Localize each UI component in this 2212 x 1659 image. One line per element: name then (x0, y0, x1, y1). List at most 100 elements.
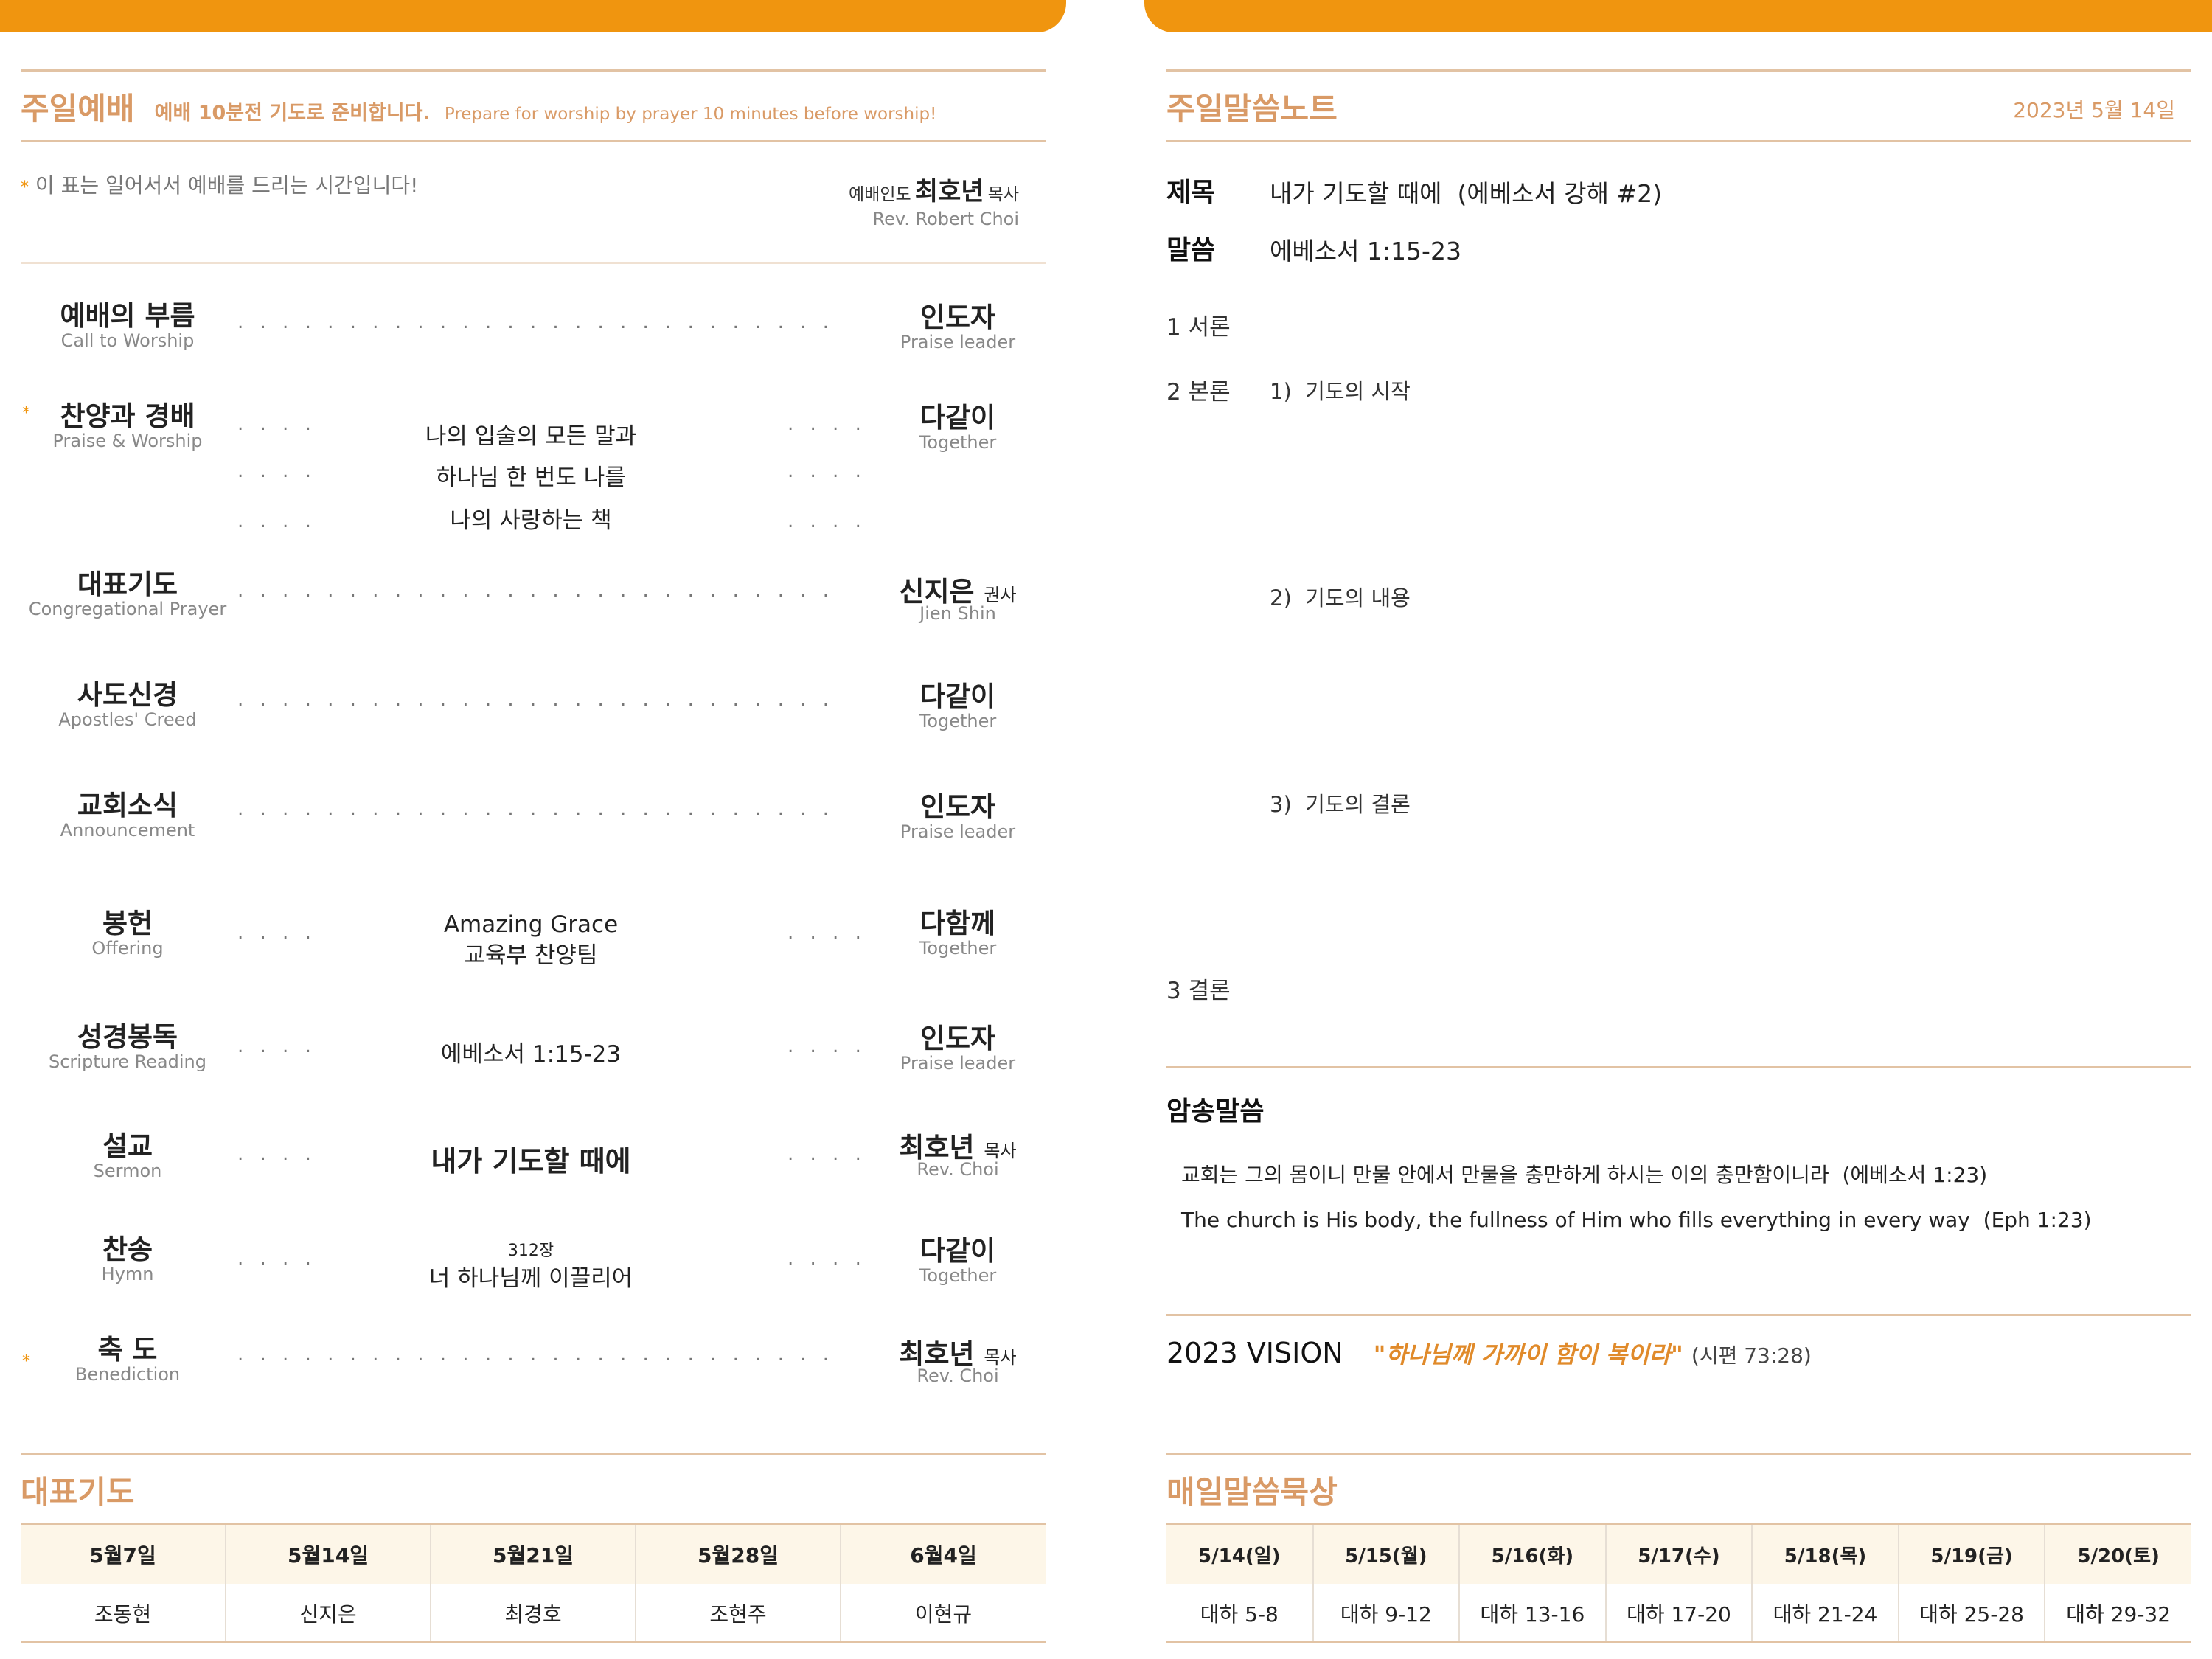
offering-song: Amazing Grace (443, 911, 619, 938)
order-item-1-leader-en: Together (919, 432, 997, 453)
order-item-4-subtitle: Announcement (60, 820, 195, 841)
order-item-4-title: 교회소식 (77, 790, 178, 821)
prayer-name: 이현규 (914, 1602, 973, 1627)
order-item-2-subtitle: Congregational Prayer (28, 599, 227, 619)
standing-note-text: 이 표는 일어서서 예배를 드리는 시간입니다! (35, 173, 419, 198)
prayer-name: 신지은 (226, 1584, 431, 1643)
star-icon: * (21, 178, 29, 197)
memory-title: 암송말씀 (1166, 1096, 1265, 1127)
order-item-2-title: 대표기도 (77, 568, 178, 600)
prayer-name: 조현주 (636, 1584, 841, 1643)
memory-verse-en: The church is His body, the fullness of … (1181, 1208, 2092, 1232)
order-item-1-dots-l1: . . . . (237, 413, 316, 435)
daily-day: 5/17(수) (1605, 1525, 1753, 1584)
order-item-0-title: 예배의 부름 (60, 300, 195, 332)
worship-title: 주일예배 (21, 91, 135, 127)
worship-subtitle-en: Prepare for worship by prayer 10 minutes… (444, 105, 937, 124)
prayer-date: 6월4일 (841, 1525, 1046, 1584)
order-item-2-dots: . . . . . . . . . . . . . . . . . . . . … (237, 580, 842, 602)
prayer-date: 5월28일 (636, 1525, 841, 1584)
order-item-9-leader-title: 목사 (984, 1347, 1017, 1368)
order-item-5-leader: 다함께 (919, 908, 996, 939)
daily-day: 5/16(화) (1459, 1525, 1607, 1584)
order-item-3-subtitle: Apostles' Creed (58, 709, 197, 730)
outline-conclusion: 3 결론 (1166, 978, 1231, 1004)
daily-reading: 대하 21-24 (1752, 1584, 1899, 1643)
order-item-3-title: 사도신경 (77, 679, 178, 711)
daily-reading: 대하 17-20 (1605, 1584, 1753, 1643)
note-header-rule-bottom (1166, 140, 2191, 142)
daily-day: 5/20(토) (2045, 1525, 2191, 1584)
leader-name: 최호년 (914, 177, 984, 206)
memory-rule (1166, 1066, 2191, 1068)
order-item-0-leader: 인도자 (919, 302, 996, 333)
header-rule-bottom (21, 140, 1046, 142)
order-item-1-title: 찬양과 경배 (60, 400, 195, 432)
order-item-8-dots-r: . . . . (787, 1248, 866, 1270)
outline-point-3: 3) 기도의 결론 (1270, 792, 1411, 817)
order-item-9-subtitle: Benediction (74, 1364, 181, 1385)
prayer-schedule-rule (21, 1453, 1046, 1455)
order-item-1-dots-l2: . . . . (237, 460, 316, 482)
note-date: 2023년 5월 14일 (2013, 98, 2175, 122)
order-item-7-title: 설교 (102, 1130, 153, 1162)
order-item-3-leader: 다같이 (919, 681, 996, 712)
worship-leader: 예배인도 최호년 목사 Rev. Robert Choi (849, 171, 1019, 229)
right-top-banner (1144, 0, 2212, 32)
order-item-7-leader-title: 목사 (984, 1141, 1017, 1161)
vision-rule (1166, 1314, 2191, 1316)
order-item-4-dots: . . . . . . . . . . . . . . . . . . . . … (237, 798, 842, 820)
order-item-7-subtitle: Sermon (93, 1161, 162, 1181)
order-item-1-dots-r2: . . . . (787, 460, 866, 482)
order-item-8-leader: 다같이 (919, 1235, 996, 1267)
order-item-0-dots: . . . . . . . . . . . . . . . . . . . . … (237, 311, 842, 333)
memory-verse-kr: 교회는 그의 몸이니 만물 안에서 만물을 충만하게 하시는 이의 충만함이니라… (1181, 1163, 1988, 1187)
vision-quote: "하나님께 가까이 함이 복이라" (1373, 1340, 1683, 1368)
outline-intro: 1 서론 (1166, 314, 1231, 341)
order-item-3-dots: . . . . . . . . . . . . . . . . . . . . … (237, 689, 842, 711)
order-item-2-leader-en: Jien Shin (919, 603, 996, 624)
order-item-1-dots-r1: . . . . (787, 413, 866, 435)
offering-performer: 교육부 찬양팀 (464, 942, 598, 969)
order-item-9-dots: . . . . . . . . . . . . . . . . . . . . … (237, 1343, 842, 1366)
daily-title: 매일말씀묵상 (1166, 1474, 1338, 1510)
order-item-4-leader: 인도자 (919, 791, 996, 823)
order-item-2-leader-title: 권사 (984, 585, 1017, 605)
order-item-7-dots-l: . . . . (237, 1143, 316, 1165)
vision-banner: 2023 VISION "하나님께 가까이 함이 복이라" (시편 73:28) (1166, 1336, 1812, 1370)
hymn-title: 너 하나님께 이끌리어 (428, 1265, 633, 1292)
leader-name-en: Rev. Robert Choi (872, 209, 1019, 229)
daily-day: 5/18(목) (1752, 1525, 1899, 1584)
order-item-5-leader-en: Together (919, 938, 997, 959)
order-item-1-dots-l3: . . . . (237, 510, 316, 532)
order-item-7-dots-r: . . . . (787, 1143, 866, 1165)
daily-reading-table: 5/14(일) 5/15(월) 5/16(화) 5/17(수) 5/18(목) … (1166, 1525, 2191, 1643)
order-item-6-leader: 인도자 (919, 1023, 996, 1054)
praise-song-3: 나의 사랑하는 책 (450, 507, 612, 534)
sermon-scripture-label: 말씀 (1166, 235, 1216, 265)
leader-title: 목사 (987, 185, 1019, 204)
sermon-title-label: 제목 (1166, 178, 1216, 208)
daily-day: 5/15(월) (1312, 1525, 1461, 1584)
daily-day: 5/14(일) (1166, 1525, 1314, 1584)
order-item-4-leader-en: Praise leader (900, 821, 1016, 842)
order-item-1-leader: 다같이 (919, 402, 996, 434)
order-item-9-title: 축 도 (97, 1334, 158, 1366)
scripture-reference: 에베소서 1:15-23 (440, 1041, 622, 1068)
daily-reading: 대하 9-12 (1312, 1584, 1461, 1643)
left-top-banner (0, 0, 1066, 32)
prayer-schedule-title: 대표기도 (21, 1474, 135, 1510)
header-rule-top (21, 69, 1046, 72)
order-item-5-subtitle: Offering (91, 938, 164, 959)
order-item-5-dots-r: . . . . (787, 922, 866, 944)
order-top-rule (21, 262, 1046, 264)
note-title: 주일말씀노트 (1166, 91, 1338, 127)
order-item-6-leader-en: Praise leader (900, 1053, 1016, 1074)
daily-table-bottom-rule (1166, 1641, 2191, 1643)
sermon-title-value: 내가 기도할 때에 (에베소서 강해 #2) (1270, 179, 1663, 208)
vision-label: 2023 VISION (1166, 1337, 1343, 1369)
praise-song-2: 하나님 한 번도 나를 (436, 465, 626, 491)
order-item-1-subtitle: Praise & Worship (52, 431, 203, 451)
outline-point-2: 2) 기도의 내용 (1270, 585, 1411, 611)
sermon-title: 내가 기도할 때에 (431, 1145, 631, 1178)
